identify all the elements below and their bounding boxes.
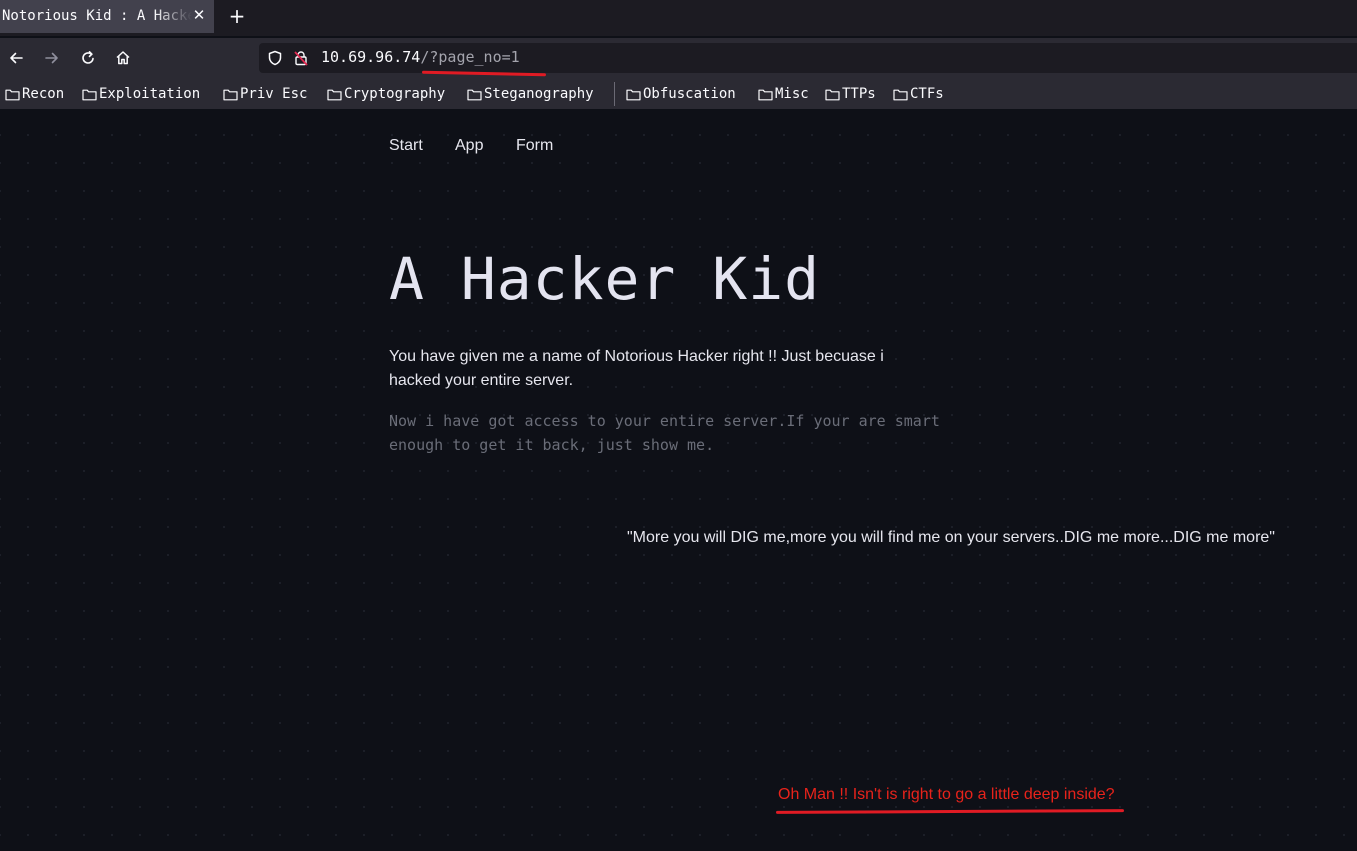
url-text[interactable]: 10.69.96.74/?page_no=1 (321, 48, 520, 66)
plus-icon[interactable]: + (226, 5, 248, 27)
tab-bar: Notorious Kid : A Hacker Kid ✕ + (0, 0, 1357, 36)
url-path: /?page_no=1 (420, 48, 520, 66)
page-content: Start App Form A Hacker Kid You have giv… (0, 109, 1357, 851)
intro-text: You have given me a name of Notorious Ha… (389, 348, 884, 389)
reload-icon[interactable] (77, 47, 99, 69)
bookmark-obfuscation[interactable]: Obfuscation (626, 84, 736, 104)
folder-icon (825, 89, 840, 100)
folder-icon (82, 89, 97, 100)
folder-icon (893, 89, 908, 100)
bookmark-ctfs[interactable]: CTFs (893, 84, 944, 104)
tab-title: Notorious Kid : A Hacker Kid (2, 8, 192, 24)
bookmark-steganography[interactable]: Steganography (467, 84, 594, 104)
home-icon[interactable] (112, 47, 134, 69)
folder-icon (327, 89, 342, 100)
close-icon[interactable]: ✕ (190, 6, 208, 24)
arrow-right-icon[interactable] (41, 47, 63, 69)
bookmark-cryptography[interactable]: Cryptography (327, 84, 445, 104)
bookmark-recon[interactable]: Recon (5, 84, 64, 104)
bookmark-label: Priv Esc (240, 86, 308, 102)
nav-link-start[interactable]: Start (389, 137, 423, 155)
nav-link-form[interactable]: Form (516, 137, 553, 155)
bookmark-label: Steganography (484, 86, 594, 102)
page-title: A Hacker Kid (389, 245, 821, 313)
bookmark-label: Obfuscation (643, 86, 736, 102)
bookmark-misc[interactable]: Misc (758, 84, 809, 104)
folder-icon (467, 89, 482, 100)
folder-icon (758, 89, 773, 100)
hint-link[interactable]: Oh Man !! Isn't is right to go a little … (778, 786, 1115, 804)
bookmark-label: Recon (22, 86, 65, 102)
bookmark-label: TTPs (842, 86, 876, 102)
bookmark-label: Exploitation (99, 86, 201, 102)
insecure-lock-icon[interactable] (293, 50, 309, 66)
bookmark-label: CTFs (910, 86, 944, 102)
nav-link-app[interactable]: App (455, 137, 483, 155)
bookmark-label: Cryptography (344, 86, 446, 102)
browser-tab[interactable]: Notorious Kid : A Hacker Kid ✕ (0, 0, 214, 33)
quote-text: "More you will DIG me,more you will find… (627, 529, 1275, 546)
sub-text: Now i have got access to your entire ser… (389, 412, 940, 454)
folder-icon (223, 89, 238, 100)
url-bar[interactable]: 10.69.96.74/?page_no=1 (259, 43, 1357, 73)
url-host: 10.69.96.74 (321, 48, 421, 66)
folder-icon (626, 89, 641, 100)
bookmark-priv-esc[interactable]: Priv Esc (223, 84, 307, 104)
arrow-left-icon[interactable] (5, 47, 27, 69)
bookmark-ttps[interactable]: TTPs (825, 84, 876, 104)
bookmark-label: Misc (775, 86, 809, 102)
navigation-toolbar: 10.69.96.74/?page_no=1 (0, 38, 1357, 78)
shield-icon[interactable] (267, 50, 283, 66)
bookmarks-separator (614, 82, 615, 106)
folder-icon (5, 89, 20, 100)
bookmark-exploitation[interactable]: Exploitation (82, 84, 200, 104)
